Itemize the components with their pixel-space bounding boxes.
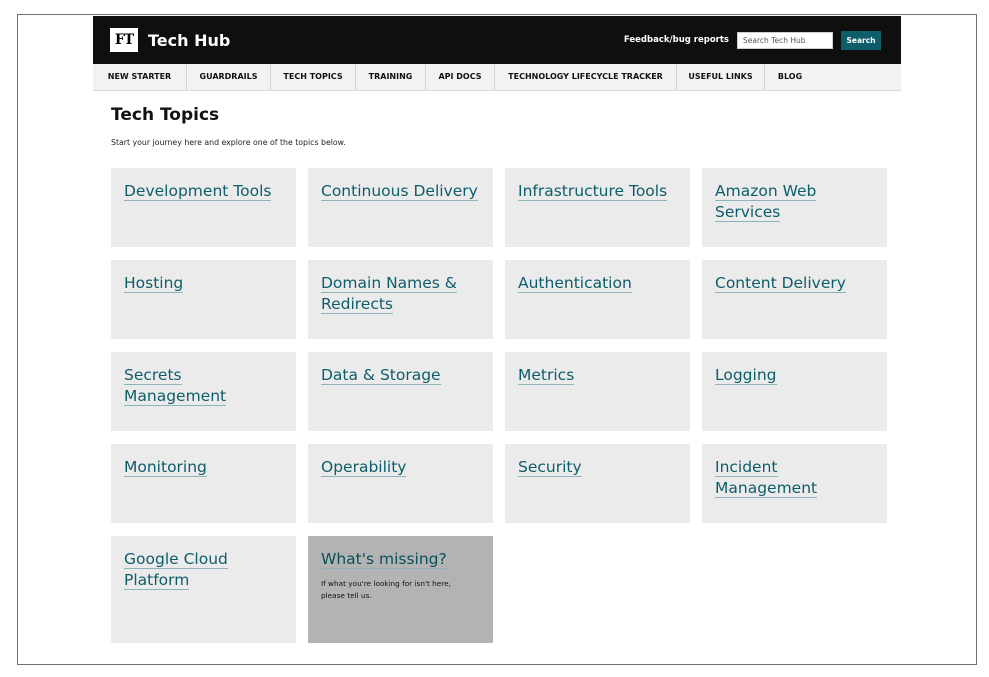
topic-card[interactable]: Continuous Delivery [308,168,493,247]
topic-link-monitoring[interactable]: Monitoring [124,458,207,477]
topic-link-amazon-web-services[interactable]: Amazon Web Services [715,182,817,222]
topic-link-metrics[interactable]: Metrics [518,366,575,385]
topic-card[interactable]: Metrics [505,352,690,431]
topic-link-development-tools[interactable]: Development Tools [124,182,272,201]
topic-card[interactable]: Hosting [111,260,296,339]
topic-card[interactable]: Security [505,444,690,523]
topic-link-security[interactable]: Security [518,458,582,477]
topic-card[interactable]: Logging [702,352,887,431]
nav-item-new-starter[interactable]: NEW STARTER [93,64,187,90]
feedback-link[interactable]: Feedback/bug reports [624,35,729,45]
ft-logo[interactable]: FT [110,28,138,52]
topic-link-authentication[interactable]: Authentication [518,274,632,293]
topics-grid: Development Tools Continuous Delivery In… [111,168,887,643]
topic-card[interactable]: Amazon Web Services [702,168,887,247]
topic-link-data-storage[interactable]: Data & Storage [321,366,441,385]
nav-item-blog[interactable]: BLOG [765,64,815,90]
search-input[interactable] [737,31,833,49]
topic-card[interactable]: Domain Names & Redirects [308,260,493,339]
nav-item-training[interactable]: TRAINING [356,64,426,90]
topic-link-logging[interactable]: Logging [715,366,777,385]
topic-card[interactable]: Monitoring [111,444,296,523]
topic-link-domain-names-redirects[interactable]: Domain Names & Redirects [321,274,457,314]
nav-item-tech-topics[interactable]: TECH TOPICS [271,64,356,90]
topic-card[interactable]: Infrastructure Tools [505,168,690,247]
topic-card[interactable]: Data & Storage [308,352,493,431]
topic-card[interactable]: Content Delivery [702,260,887,339]
topic-card[interactable]: Development Tools [111,168,296,247]
topic-card[interactable]: Operability [308,444,493,523]
topic-link-secrets-management[interactable]: Secrets Management [124,366,227,406]
nav-item-api-docs[interactable]: API DOCS [426,64,495,90]
nav-item-technology-lifecycle-tracker[interactable]: TECHNOLOGY LIFECYCLE TRACKER [495,64,677,90]
site-header: FT Tech Hub Feedback/bug reports Search [93,16,901,64]
nav-item-useful-links[interactable]: USEFUL LINKS [677,64,765,90]
whats-missing-link[interactable]: What's missing? [321,550,447,569]
topic-link-content-delivery[interactable]: Content Delivery [715,274,846,293]
topic-link-infrastructure-tools[interactable]: Infrastructure Tools [518,182,668,201]
whats-missing-text: If what you're looking for isn't here, p… [321,579,451,600]
topic-link-google-cloud-platform[interactable]: Google Cloud Platform [124,550,228,590]
topic-link-incident-management[interactable]: Incident Management [715,458,818,498]
header-actions: Feedback/bug reports Search [624,30,881,50]
topic-card[interactable]: Authentication [505,260,690,339]
main-nav: NEW STARTER GUARDRAILS TECH TOPICS TRAIN… [93,64,901,91]
topic-card[interactable]: Secrets Management [111,352,296,431]
page-intro: Start your journey here and explore one … [111,138,346,147]
whats-missing-card[interactable]: What's missing? If what you're looking f… [308,536,493,643]
search-button[interactable]: Search [841,30,881,50]
page-title: Tech Topics [111,105,220,125]
topic-card[interactable]: Google Cloud Platform [111,536,296,643]
site-title[interactable]: Tech Hub [148,31,230,50]
topic-link-hosting[interactable]: Hosting [124,274,184,293]
topic-link-operability[interactable]: Operability [321,458,407,477]
nav-item-guardrails[interactable]: GUARDRAILS [187,64,271,90]
topic-card[interactable]: Incident Management [702,444,887,523]
topic-link-continuous-delivery[interactable]: Continuous Delivery [321,182,478,201]
